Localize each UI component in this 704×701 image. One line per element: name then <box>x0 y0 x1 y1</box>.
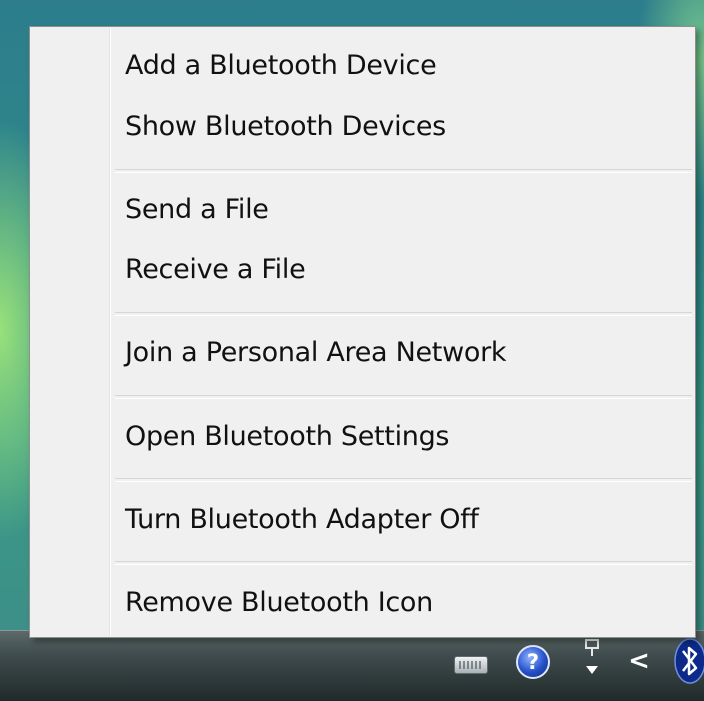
menu-item-turn-bluetooth-adapter-off[interactable]: Turn Bluetooth Adapter Off <box>32 490 693 548</box>
menu-item-show-bluetooth-devices[interactable]: Show Bluetooth Devices <box>32 97 693 155</box>
menu-separator <box>115 312 692 316</box>
bluetooth-icon[interactable] <box>670 636 704 686</box>
chevron-left-icon[interactable]: < <box>624 644 654 678</box>
help-icon[interactable]: ? <box>513 642 553 682</box>
menu-item-label: Join a Personal Area Network <box>125 336 507 368</box>
menu-separator <box>115 561 692 565</box>
help-glyph: ? <box>516 645 550 679</box>
menu-item-label: Turn Bluetooth Adapter Off <box>125 503 479 535</box>
menu-item-label: Add a Bluetooth Device <box>125 49 437 81</box>
menu-separator <box>115 169 692 173</box>
menu-separator <box>115 395 692 399</box>
bluetooth-context-menu: Add a Bluetooth Device Show Bluetooth De… <box>29 26 696 638</box>
menu-item-send-file[interactable]: Send a File <box>32 180 693 238</box>
menu-separator <box>115 478 692 482</box>
keyboard-icon[interactable] <box>452 652 490 678</box>
menu-item-label: Send a File <box>125 193 269 225</box>
network-icon[interactable] <box>577 636 607 686</box>
menu-item-add-bluetooth-device[interactable]: Add a Bluetooth Device <box>32 36 693 94</box>
menu-item-label: Remove Bluetooth Icon <box>125 586 433 618</box>
menu-item-label: Open Bluetooth Settings <box>125 420 450 452</box>
menu-item-receive-file[interactable]: Receive a File <box>32 240 693 298</box>
menu-item-remove-bluetooth-icon[interactable]: Remove Bluetooth Icon <box>32 573 693 631</box>
menu-item-label: Receive a File <box>125 253 306 285</box>
menu-item-join-personal-area-network[interactable]: Join a Personal Area Network <box>32 323 693 381</box>
menu-item-open-bluetooth-settings[interactable]: Open Bluetooth Settings <box>32 407 693 465</box>
menu-item-label: Show Bluetooth Devices <box>125 110 446 142</box>
chevron-glyph: < <box>628 646 650 676</box>
